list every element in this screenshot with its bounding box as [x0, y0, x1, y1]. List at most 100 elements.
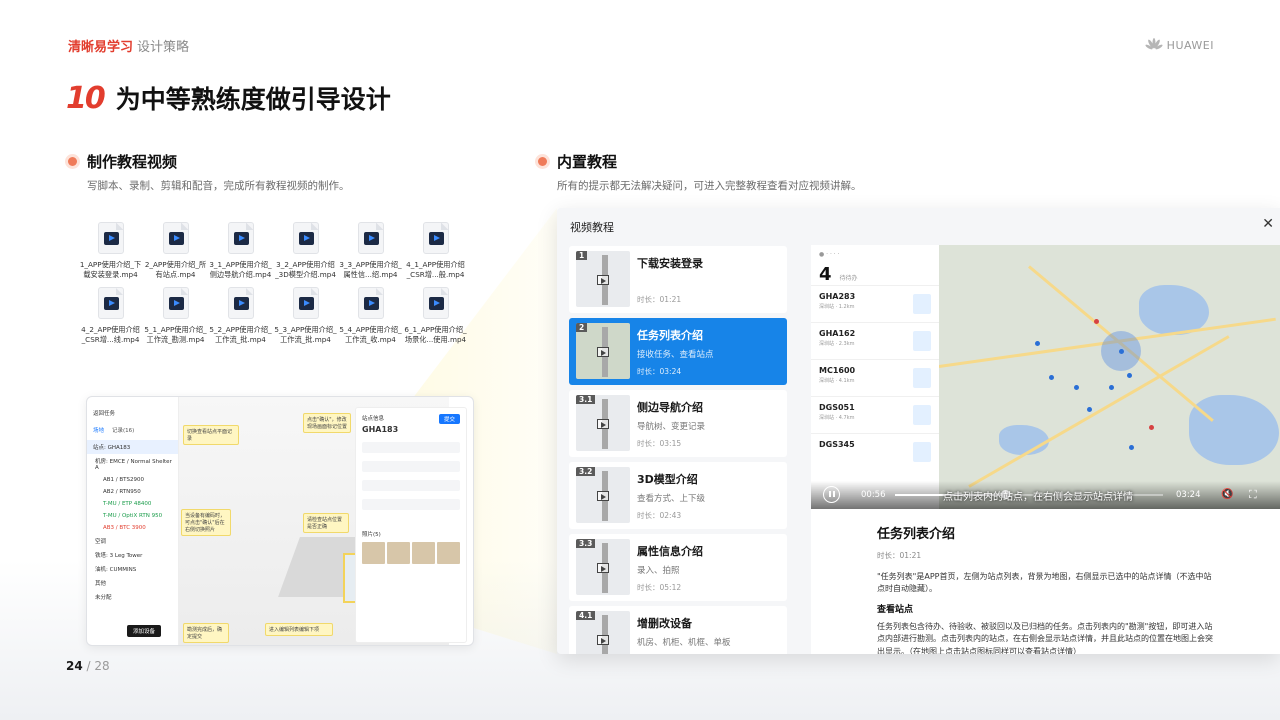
- map-pin[interactable]: [1129, 445, 1134, 450]
- map-pin[interactable]: [1049, 375, 1054, 380]
- video-file-name: 5_1_APP使用介绍_工作流_勘测.mp4: [144, 325, 207, 345]
- pause-icon[interactable]: [823, 486, 840, 503]
- video-list-item[interactable]: 3.2 3D模型介绍 查看方式、上下级 时长：02:43: [569, 462, 787, 529]
- video-file-icon: [292, 287, 319, 320]
- video-list-item[interactable]: 4.1 增删改设备 机房、机柜、机框、单板: [569, 606, 787, 654]
- chapter-badge: 3.3: [576, 539, 596, 548]
- tree-item[interactable]: 机房: EMCE / Normal Shelter A: [87, 454, 178, 474]
- current-time: 00:56: [861, 490, 886, 500]
- info-field[interactable]: [362, 480, 460, 491]
- video-player[interactable]: ● · · · · 4 待待办 GHA283 深圳站 · 1.2km GHA162 深圳…: [811, 245, 1280, 509]
- map-pin[interactable]: [1119, 349, 1124, 354]
- tree-item[interactable]: 油机: CUMMINS: [87, 562, 178, 576]
- article-duration: 时长：01:21: [877, 551, 922, 560]
- video-file[interactable]: 3_1_APP使用介绍_侧边导航介绍.mp4: [208, 222, 273, 279]
- map-pin[interactable]: [1087, 407, 1092, 412]
- info-field[interactable]: [362, 442, 460, 453]
- photo-thumb[interactable]: [362, 542, 385, 564]
- video-file[interactable]: 5_1_APP使用介绍_工作流_勘测.mp4: [143, 287, 208, 344]
- close-icon[interactable]: ✕: [1262, 216, 1274, 232]
- tablet-mockup: 返回任务 场地 记录(16) 站点: GHA183 机房: EMCE / Nor…: [86, 396, 474, 646]
- survey-icon[interactable]: [913, 405, 931, 425]
- site-list-item[interactable]: GHA283 深圳站 · 1.2km: [811, 285, 939, 322]
- tablet-site-row[interactable]: 站点: GHA183: [87, 440, 178, 454]
- map-water: [999, 425, 1049, 455]
- video-list-item[interactable]: 2 任务列表介绍 接收任务、查看站点 时长：03:24: [569, 318, 787, 385]
- survey-icon[interactable]: [913, 331, 931, 351]
- total-time: 03:24: [1176, 490, 1201, 500]
- video-file[interactable]: 5_2_APP使用介绍_工作流_批.mp4: [208, 287, 273, 344]
- fullscreen-icon[interactable]: ⛶: [1249, 488, 1257, 502]
- map-pin[interactable]: [1094, 319, 1099, 324]
- tree-item[interactable]: 铁塔: 3 Leg Tower: [87, 548, 178, 562]
- play-icon: [597, 275, 609, 285]
- video-file[interactable]: 4_1_APP使用介绍_CSR增...般.mp4: [403, 222, 468, 279]
- video-file[interactable]: 1_APP使用介绍_下载安装登录.mp4: [78, 222, 143, 279]
- video-file[interactable]: 4_2_APP使用介绍_CSR增...线.mp4: [78, 287, 143, 344]
- video-list-item[interactable]: 3.1 侧边导航介绍 导航树、变更记录 时长：03:15: [569, 390, 787, 457]
- video-file[interactable]: 5_4_APP使用介绍_工作流_收.mp4: [338, 287, 403, 344]
- tree-item[interactable]: T-MU / OptiX RTN 950: [87, 510, 178, 522]
- survey-icon[interactable]: [913, 368, 931, 388]
- video-list-item[interactable]: 3.3 属性信息介绍 录入、拍照 时长：05:12: [569, 534, 787, 601]
- photo-thumb[interactable]: [412, 542, 435, 564]
- video-thumbnail: 4.1: [576, 611, 630, 654]
- right-section-title: 内置教程: [557, 153, 618, 171]
- tree-item[interactable]: 其他: [87, 576, 178, 590]
- tablet-tabs: 场地 记录(16): [87, 420, 178, 440]
- info-submit-button[interactable]: 提交: [438, 414, 460, 424]
- video-file[interactable]: 6_1_APP使用介绍_场景化...使用.mp4: [403, 287, 468, 344]
- site-name: MC1600: [819, 366, 856, 375]
- site-list-item[interactable]: GHA162 深圳站 · 2.3km: [811, 322, 939, 359]
- video-file-icon: [422, 287, 449, 320]
- video-file-icon: [227, 222, 254, 254]
- photo-thumb[interactable]: [387, 542, 410, 564]
- survey-icon[interactable]: [913, 442, 931, 462]
- site-list-item[interactable]: DGS051 深圳站 · 4.7km: [811, 396, 939, 433]
- right-section-heading: 内置教程: [538, 151, 617, 172]
- info-field[interactable]: [362, 461, 460, 472]
- photo-thumb[interactable]: [437, 542, 460, 564]
- video-file-name: 3_2_APP使用介绍_3D模型介绍.mp4: [275, 260, 336, 279]
- mute-icon[interactable]: 🔇: [1221, 489, 1233, 500]
- tree-item[interactable]: 未分配: [87, 590, 178, 604]
- video-title: 下载安装登录: [637, 257, 703, 270]
- map-pin[interactable]: [1149, 425, 1154, 430]
- video-file[interactable]: 3_3_APP使用介绍_属性信...绍.mp4: [338, 222, 403, 279]
- map-pin[interactable]: [1127, 373, 1132, 378]
- survey-icon[interactable]: [913, 294, 931, 314]
- huawei-flower-icon: [1145, 38, 1163, 50]
- chapter-badge: 4.1: [576, 611, 596, 620]
- map-pin[interactable]: [1109, 385, 1114, 390]
- video-file-name: 4_2_APP使用介绍_CSR增...线.mp4: [81, 325, 140, 345]
- map-pin[interactable]: [1035, 341, 1040, 346]
- map-pin[interactable]: [1074, 385, 1079, 390]
- tablet-tab-site[interactable]: 场地: [93, 426, 104, 434]
- video-duration: 时长：05:12: [637, 583, 682, 592]
- info-field[interactable]: [362, 499, 460, 510]
- video-duration: 时长：03:24: [637, 367, 682, 376]
- tree-item[interactable]: AB2 / RTN950: [87, 486, 178, 498]
- video-subtitle-text: 导航树、变更记录: [637, 422, 706, 432]
- tree-item[interactable]: T-MU / ETP 48400: [87, 498, 178, 510]
- site-list-item[interactable]: DGS345: [811, 433, 939, 470]
- video-file[interactable]: 3_2_APP使用介绍_3D模型介绍.mp4: [273, 222, 338, 279]
- tree-item[interactable]: AB3 / BTC 3900: [87, 522, 178, 534]
- tree-item[interactable]: 空调: [87, 534, 178, 548]
- tablet-back[interactable]: 返回任务: [87, 397, 178, 420]
- tablet-tab-record[interactable]: 记录(16): [112, 426, 134, 434]
- video-file-name: 5_2_APP使用介绍_工作流_批.mp4: [209, 325, 272, 345]
- video-thumbnail: 1: [576, 251, 630, 307]
- page-total: / 28: [82, 659, 110, 673]
- bullet-dot: [538, 157, 547, 166]
- tablet-add-button[interactable]: 添加设备: [127, 625, 162, 637]
- play-icon: [597, 635, 609, 645]
- site-list-item[interactable]: MC1600 深圳站 · 4.1km: [811, 359, 939, 396]
- tree-item[interactable]: AB1 / BTS2900: [87, 474, 178, 486]
- video-list: 1 下载安装登录 时长：01:21 2 任务列表介绍 接收任务、查看站点 时长：03:24 3…: [569, 246, 787, 654]
- site-list: GHA283 深圳站 · 1.2km GHA162 深圳站 · 2.3km MC1600…: [811, 285, 939, 470]
- video-file[interactable]: 2_APP使用介绍_所有站点.mp4: [143, 222, 208, 279]
- count-row: 4 待待办: [811, 264, 939, 285]
- video-list-item[interactable]: 1 下载安装登录 时长：01:21: [569, 246, 787, 313]
- video-file[interactable]: 5_3_APP使用介绍_工作流_批.mp4: [273, 287, 338, 344]
